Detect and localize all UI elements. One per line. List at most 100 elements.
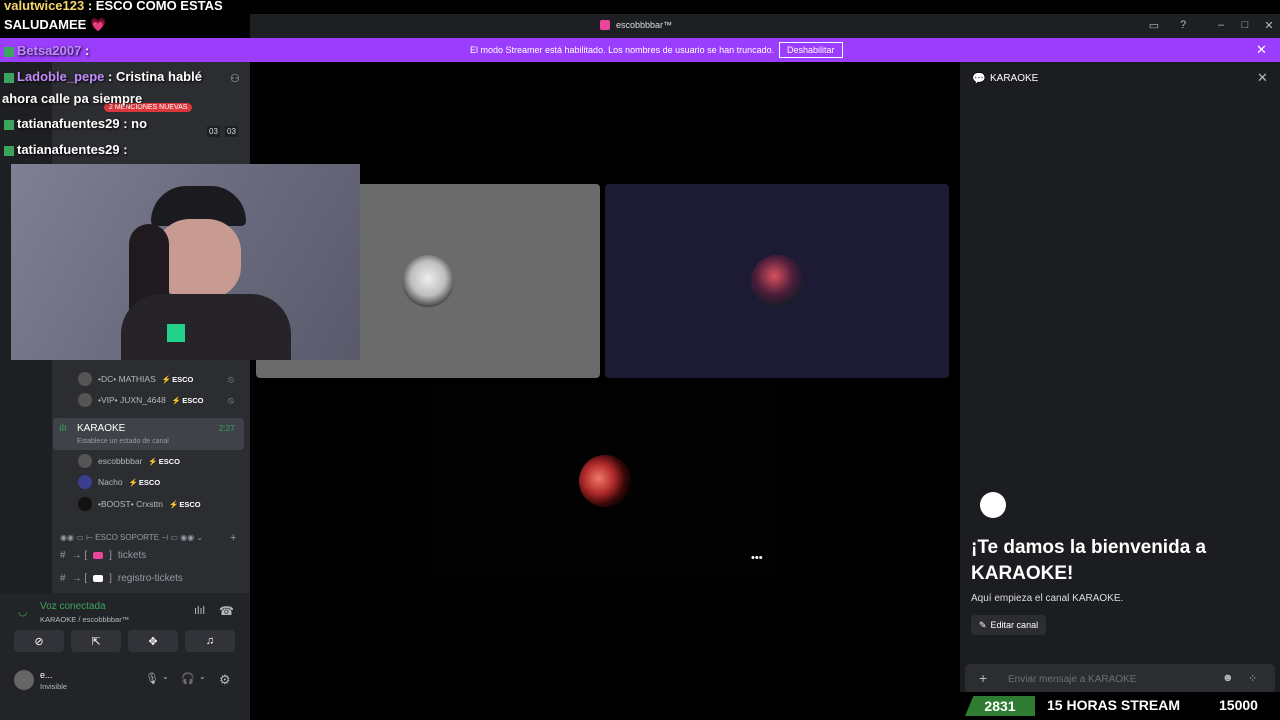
voice-channel-path[interactable]: KARAOKE / escobbbbar™ (40, 615, 129, 624)
hashtag-icon: # (60, 573, 66, 584)
voice-channel-icon: ılı (59, 423, 67, 434)
activities-button[interactable]: ✥ (128, 630, 178, 652)
emoji-icon[interactable]: ☻ (1222, 672, 1234, 684)
username[interactable]: e... (40, 670, 53, 680)
minimize-button[interactable]: – (1214, 19, 1228, 31)
voice-status[interactable]: Voz conectada (40, 601, 106, 612)
chevron-down-icon[interactable]: ⌄ (162, 672, 169, 681)
disable-streamer-mode-button[interactable]: Deshabilitar (779, 42, 843, 58)
torso-shape (121, 294, 291, 360)
app-icon (600, 20, 610, 30)
headphones-icon[interactable]: 🎧 (181, 672, 195, 685)
camera-off-icon: ⊘ (34, 635, 44, 648)
welcome-subtitle: Aquí empieza el canal KARAOKE. (971, 593, 1124, 604)
attach-plus-icon[interactable]: + (979, 670, 987, 686)
tag-icon (93, 552, 104, 559)
character-avatar (751, 255, 803, 307)
channel-chat-panel: 💬 KARAOKE ✕ ¡Te damos la bienvenida a KA… (960, 62, 1280, 720)
screen-share-icon: ⇱ (91, 635, 101, 648)
avatar (78, 475, 92, 489)
text-channel-registro-tickets[interactable]: # → [] registro-tickets (60, 573, 183, 584)
microphone-icon[interactable]: 🎙 (145, 672, 159, 685)
screen-share-button[interactable]: ⇱ (71, 630, 121, 652)
welcome-chat-icon (980, 492, 1006, 518)
voice-user[interactable]: Nacho ESCO (78, 473, 160, 491)
mic-muted-icon: ⦸ (228, 374, 234, 384)
moon-avatar (579, 455, 631, 507)
chat-line: SALUDAMEE 💗 (4, 17, 107, 32)
inbox-icon[interactable]: ▭ (1147, 19, 1161, 32)
chat-line: valutwice123 : ESCO COMO ESTAS (4, 0, 223, 13)
noise-suppression-icon[interactable]: ılıl (194, 605, 205, 617)
text-channel-tickets[interactable]: # → [] tickets (60, 550, 146, 561)
mic-muted-icon: ⦸ (228, 395, 234, 405)
add-friend-icon[interactable]: ⚇ (230, 72, 240, 85)
window-title: escobbbbar™ (600, 20, 672, 30)
participant-tile[interactable]: ••• (433, 384, 777, 578)
maximize-button[interactable]: □ (1238, 19, 1252, 31)
close-banner-icon[interactable]: ✕ (1256, 42, 1267, 58)
message-placeholder[interactable]: Enviar mensaje a KARAOKE (1008, 674, 1136, 685)
close-panel-icon[interactable]: ✕ (1257, 70, 1268, 86)
dog-avatar (402, 255, 454, 307)
sub-badge-icon (4, 145, 14, 156)
title-bar: escobbbbar™ ▭ ? – □ ✕ (250, 14, 1280, 38)
sub-badge-icon (4, 72, 14, 83)
counter-2: 03 (225, 126, 238, 137)
category-header[interactable]: ◉◉ ▭ ⊢ ESCO SOPORTE ⊣ ▭ ◉◉ ⌄ (60, 533, 203, 542)
streamer-webcam (11, 164, 360, 360)
avatar (78, 393, 92, 407)
more-options-icon[interactable]: ••• (751, 552, 763, 564)
stat-goal-number: 15000 (1219, 697, 1258, 713)
chat-line: tatianafuentes29 : no (4, 116, 147, 131)
voice-connection-panel: ◡ Voz conectada KARAOKE / escobbbbar™ ıl… (0, 593, 250, 720)
edit-channel-button[interactable]: ✎ Editar canal (971, 615, 1047, 635)
avatar[interactable] (14, 670, 34, 690)
voice-user[interactable]: •VIP• JUXN_4648 ESCO (78, 391, 203, 409)
channel-status[interactable]: Establece un estado de canal (77, 438, 169, 445)
activities-icon: ✥ (148, 635, 158, 648)
voice-user[interactable]: escobbbbar ESCO (78, 452, 180, 470)
stream-stats-bar: 2831 15 HORAS STREAM 15000 (955, 692, 1280, 720)
voice-channel-karaoke[interactable]: ılı KARAOKE Establece un estado de canal… (53, 418, 244, 450)
participant-tile[interactable] (605, 184, 949, 378)
green-light (167, 324, 185, 342)
disconnect-icon[interactable]: ☎ (219, 604, 234, 618)
counter-1: 03 (207, 126, 220, 137)
signal-icon[interactable]: ◡ (18, 605, 28, 618)
soundboard-icon: ♫ (205, 635, 215, 647)
avatar (78, 497, 92, 511)
document-icon (93, 575, 104, 582)
channel-name: KARAOKE (77, 423, 126, 434)
voice-call-grid: ••• (250, 62, 955, 720)
chat-bubble-icon: 💬 (972, 73, 986, 85)
sub-badge-icon (4, 46, 14, 57)
voice-user[interactable]: •DC• MATHIAS ESCO (78, 370, 193, 388)
avatar (78, 454, 92, 468)
message-input[interactable]: + Enviar mensaje a KARAOKE ☻ ⁘ (965, 664, 1275, 694)
settings-gear-icon[interactable]: ⚙ (219, 672, 231, 688)
chat-line: ahora calle pa siempre (2, 91, 143, 106)
channel-timer: 2:27 (219, 424, 235, 433)
welcome-heading: ¡Te damos la bienvenida a KARAOKE! (971, 537, 1207, 584)
close-window-button[interactable]: ✕ (1262, 19, 1276, 32)
help-icon[interactable]: ? (1176, 19, 1190, 31)
chat-line: Betsa2007 : (4, 43, 89, 58)
chevron-down-icon[interactable]: ⌄ (199, 672, 206, 681)
banner-message: El modo Streamer está habilitado. Los no… (470, 45, 775, 55)
sub-badge-icon (4, 119, 14, 130)
voice-user[interactable]: •BOOST• Crxsttn ESCO (78, 495, 201, 513)
stream-goal-label: 15 HORAS STREAM (1047, 697, 1181, 713)
add-channel-icon[interactable]: + (230, 532, 236, 544)
streamer-mode-banner: El modo Streamer está habilitado. Los no… (0, 38, 1280, 62)
soundboard-button[interactable]: ♫ (185, 630, 235, 652)
avatar (78, 372, 92, 386)
stat-counter-left: 2831 (965, 696, 1035, 716)
chat-line: tatianafuentes29 : (4, 142, 128, 157)
hashtag-icon: # (60, 550, 66, 561)
camera-off-button[interactable]: ⊘ (14, 630, 64, 652)
user-status: Invisible (40, 682, 68, 691)
apps-icon[interactable]: ⁘ (1248, 672, 1257, 685)
chat-line: Ladoble_pepe : Cristina hablé (4, 69, 202, 84)
panel-title: KARAOKE (990, 73, 1039, 84)
